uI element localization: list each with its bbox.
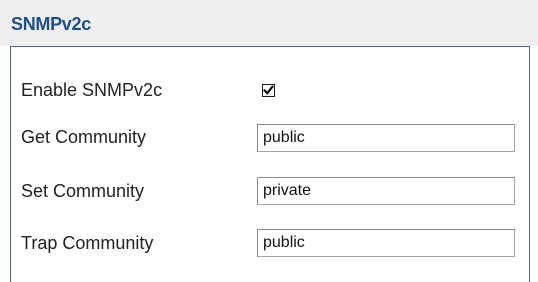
trap-community-label: Trap Community xyxy=(21,233,154,253)
get-community-label: Get Community xyxy=(21,127,147,147)
enable-snmpv2c-label: Enable SNMPv2c xyxy=(21,80,163,100)
section-title: SNMPv2c xyxy=(11,14,91,34)
checkmark-icon xyxy=(263,85,274,95)
set-community-label: Set Community xyxy=(21,181,145,201)
section-header: SNMPv2c xyxy=(0,0,538,46)
trap-community-input[interactable]: public xyxy=(257,229,515,257)
snmpv2c-settings-page: SNMPv2c Enable SNMPv2c Get Community pub… xyxy=(0,0,538,282)
get-community-input[interactable]: public xyxy=(257,124,515,152)
enable-snmpv2c-checkbox[interactable] xyxy=(262,84,275,97)
set-community-input[interactable]: private xyxy=(257,177,515,205)
